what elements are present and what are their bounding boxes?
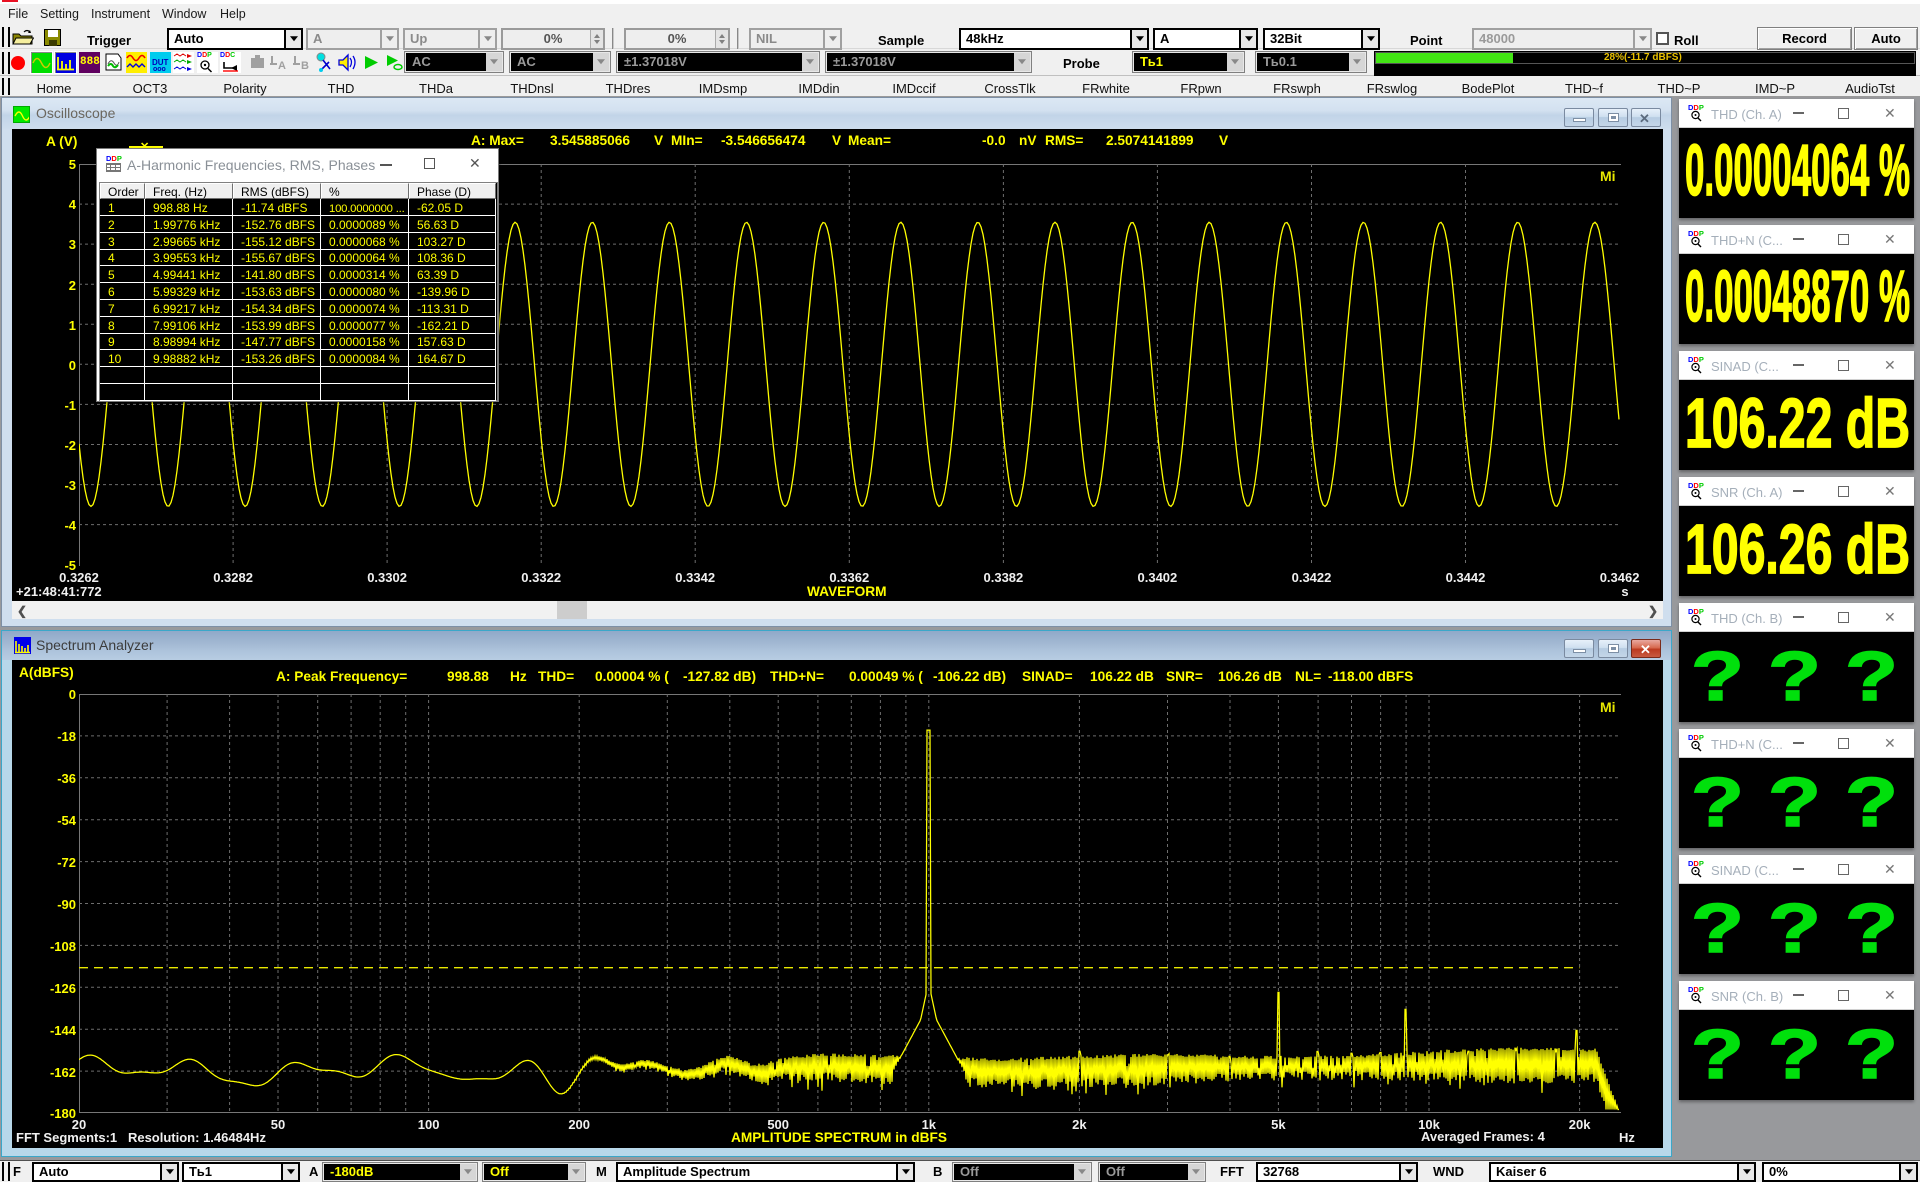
svg-text:106.26 dB: 106.26 dB [1685, 510, 1910, 588]
svg-text:? ? ?: ? ? ? [1691, 1015, 1898, 1093]
svg-text:? ? ?: ? ? ? [1691, 637, 1898, 715]
svg-text:? ? ?: ? ? ? [1691, 763, 1898, 841]
svg-text:A: A [278, 60, 286, 72]
svg-text:0.00048870 %: 0.00048870 % [1685, 257, 1910, 337]
svg-text:106.22 dB: 106.22 dB [1685, 384, 1910, 462]
svg-text:? ? ?: ? ? ? [1691, 889, 1898, 967]
svg-text:0.00004064 %: 0.00004064 % [1685, 131, 1910, 211]
svg-text:B: B [301, 60, 309, 72]
